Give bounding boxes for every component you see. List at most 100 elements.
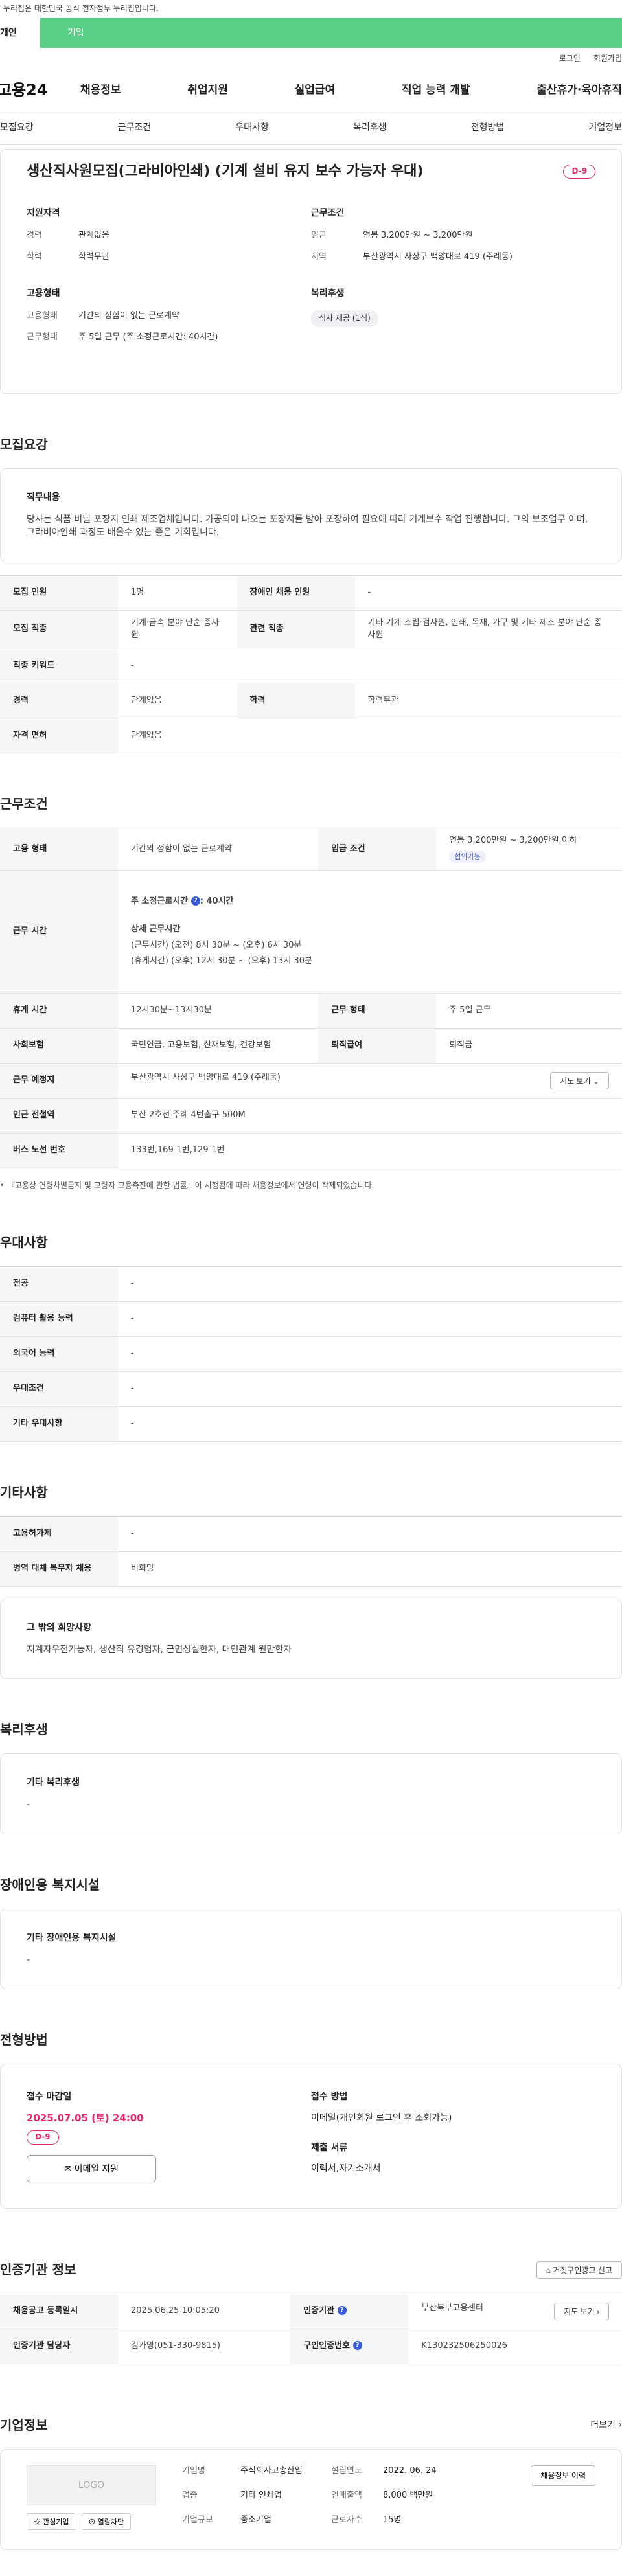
disability-box: 기타 장애인용 복지시설 - bbox=[0, 1909, 622, 1990]
negotiable-badge: 협의가능 bbox=[449, 851, 485, 863]
company-value: 8,000 백만원 bbox=[383, 2490, 480, 2505]
cond-value: 부산광역시 사상구 백양대로 419 (주례동) bbox=[363, 251, 513, 264]
age-law-note: • 『고용상 연령차별금지 및 고령자 고용촉진에 관한 법률』이 시행됨에 따… bbox=[0, 1180, 622, 1191]
gnb-item-unemployment-benefit[interactable]: 실업급여 bbox=[295, 82, 336, 98]
site-tabbar: 개인 기업 bbox=[0, 18, 622, 48]
job-title: 생산직사원모집(그라비아인쇄) (기계 설비 유지 보수 가능자 우대) bbox=[27, 161, 423, 182]
emp-value: 주 5일 근무 (주 소정근로시간: 40시간) bbox=[78, 332, 218, 344]
hours-line: (휴게시간) (오후) 12시 30분 ~ (오후) 13시 30분 bbox=[131, 955, 609, 968]
section-title-apply: 전형방법 bbox=[0, 2031, 622, 2049]
company-value: 기타 인쇄업 bbox=[240, 2490, 331, 2505]
gnb-item-parental-leave[interactable]: 출산휴가·육아휴직 bbox=[536, 82, 622, 98]
table-row: 우대조건- bbox=[0, 1371, 622, 1406]
hope-heading: 그 밖의 희망사항 bbox=[27, 1621, 595, 1634]
cert-table: 채용공고 등록일시2025.06.25 10:05:20 인증기관 ? 부산북부… bbox=[0, 2294, 622, 2364]
welfare-box: 기타 복리후생 - bbox=[0, 1753, 622, 1834]
cell-label: 기타 우대사항 bbox=[0, 1406, 118, 1441]
table-row: 전공- bbox=[0, 1266, 622, 1301]
cell-value: 관계없음 bbox=[118, 718, 622, 753]
welfare-chip: 식사 제공 (1식) bbox=[311, 310, 378, 326]
hiring-history-button[interactable]: 채용정보 이력 bbox=[531, 2465, 595, 2486]
gnb-item-employment-support[interactable]: 취업지원 bbox=[187, 82, 228, 98]
disability-text: - bbox=[27, 1954, 595, 1966]
anchor-work[interactable]: 근무조건 bbox=[118, 121, 152, 134]
cell-value: 관계없음 bbox=[118, 683, 237, 718]
welfare-heading: 기타 복리후생 bbox=[27, 1776, 595, 1789]
wage-value: 연봉 3,200만원 ~ 3,200만원 이하 bbox=[449, 835, 609, 847]
qual-value: 학력무관 bbox=[78, 251, 109, 264]
company-info-grid: 기업명주식회사고송산업 설립연도2022. 06. 24 업종기타 인쇄업 연매… bbox=[182, 2465, 531, 2530]
cell-value: - bbox=[118, 1266, 622, 1301]
table-row: 버스 노선 번호133번,169-1번,129-1번 bbox=[0, 1134, 622, 1168]
cell-value: 국민연금, 고용보험, 산재보험, 건강보험 bbox=[118, 1029, 318, 1064]
company-header: 기업정보 더보기 › bbox=[0, 2416, 622, 2435]
disability-heading: 기타 장애인용 복지시설 bbox=[27, 1932, 595, 1944]
cell-value: 퇴직금 bbox=[436, 1029, 622, 1064]
section-title-cert: 인증기관 정보 bbox=[0, 2261, 76, 2279]
block-icon: ⊘ bbox=[89, 2518, 96, 2526]
anchor-company[interactable]: 기업정보 bbox=[588, 121, 622, 134]
gov-banner-text: 이 누리집은 대한민국 공식 전자정부 누리집입니다. bbox=[0, 3, 159, 14]
email-apply-button[interactable]: ✉ 이메일 지원 bbox=[27, 2155, 156, 2182]
login-link[interactable]: 로그인 bbox=[559, 53, 581, 64]
map-button[interactable]: 지도 보기 ⌄ bbox=[550, 1072, 609, 1089]
anchor-preference[interactable]: 우대사항 bbox=[235, 121, 269, 134]
gnb-item-jobs[interactable]: 채용정보 bbox=[80, 82, 121, 98]
anchor-apply[interactable]: 전형방법 bbox=[471, 121, 505, 134]
block-view-button[interactable]: ⊘ 열람차단 bbox=[82, 2513, 132, 2530]
duty-text: 당사는 식품 비닐 포장지 인쇄 제조업체입니다. 가공되어 나오는 포장지를 … bbox=[27, 513, 595, 540]
recruit-table: 모집 인원1명 장애인 채용 인원- 모집 직종기계·금속 분야 단순 종사원 … bbox=[0, 575, 622, 754]
dday-badge: D-9 bbox=[563, 165, 595, 178]
table-row: 근무 예정지 부산광역시 사상구 백양대로 419 (주례동)지도 보기 ⌄ bbox=[0, 1064, 622, 1099]
table-row: 근무 시간 주 소정근로시간 ?: 40시간 상세 근무시간 (근무시간) (오… bbox=[0, 871, 622, 994]
cell-label: 사회보험 bbox=[0, 1029, 118, 1064]
utility-links: 로그인 회원가입 bbox=[0, 48, 622, 70]
main-nav: 고용24 채용정보 취업지원 실업급여 직업 능력 개발 출산휴가·육아휴직 bbox=[0, 70, 622, 111]
company-value: 15명 bbox=[383, 2514, 480, 2530]
join-link[interactable]: 회원가입 bbox=[593, 53, 622, 64]
cell-label: 근무 예정지 bbox=[0, 1064, 118, 1099]
cell-label: 구인인증번호 ? bbox=[290, 2329, 408, 2364]
map-button-label: 지도 보기 bbox=[560, 1077, 591, 1086]
info-icon[interactable]: ? bbox=[353, 2341, 362, 2350]
hours-cell: 주 소정근로시간 ?: 40시간 상세 근무시간 (근무시간) (오전) 8시 … bbox=[118, 871, 622, 994]
org-label: 인증기관 bbox=[303, 2306, 334, 2316]
qual-label: 학력 bbox=[27, 251, 78, 264]
table-row: 모집 직종기계·금속 분야 단순 종사원 관련 직종기타 기계 조립·검사원, … bbox=[0, 610, 622, 648]
duty-box: 직무내용 당사는 식품 비닐 포장지 인쇄 제조업체입니다. 가공되어 나오는 … bbox=[0, 468, 622, 562]
cell-value: 기계·금속 분야 단순 종사원 bbox=[118, 610, 237, 648]
section-title-etc: 기타사항 bbox=[0, 1483, 622, 1502]
org-map-button[interactable]: 지도 보기 › bbox=[554, 2303, 609, 2320]
block-label: 열람차단 bbox=[98, 2518, 124, 2526]
site-logo[interactable]: 고용24 bbox=[0, 79, 80, 102]
cell-label: 학력 bbox=[237, 683, 355, 718]
report-fake-ad-button[interactable]: ⌂ 거짓구인광고 신고 bbox=[536, 2261, 622, 2279]
more-link[interactable]: 더보기 › bbox=[590, 2419, 622, 2432]
cell-label: 근무 시간 bbox=[0, 871, 118, 994]
company-value: 중소기업 bbox=[240, 2514, 331, 2530]
org-map-label: 지도 보기 bbox=[564, 2307, 595, 2316]
cell-value: 학력무관 bbox=[355, 683, 622, 718]
hours-main-label: 주 소정근로시간 bbox=[131, 896, 188, 906]
star-icon: ☆ bbox=[34, 2518, 41, 2526]
info-icon[interactable]: ? bbox=[338, 2306, 347, 2315]
gnb-item-vocational-training[interactable]: 직업 능력 개발 bbox=[402, 82, 470, 98]
tab-company-label: 기업 bbox=[67, 27, 84, 40]
cell-value: 주 5일 근무 bbox=[436, 994, 622, 1029]
cell-label: 모집 인원 bbox=[0, 575, 118, 610]
company-value: 2022. 06. 24 bbox=[383, 2465, 480, 2481]
company-label: 기업명 bbox=[182, 2465, 240, 2481]
tab-company[interactable]: 기업 bbox=[40, 18, 622, 48]
info-icon[interactable]: ? bbox=[191, 896, 200, 906]
anchor-recruit[interactable]: 모집요강 bbox=[0, 121, 34, 134]
interest-company-button[interactable]: ☆ 관심기업 bbox=[27, 2513, 76, 2530]
cell-label: 고용허가제 bbox=[0, 1516, 118, 1551]
tab-personal[interactable]: 개인 bbox=[0, 18, 40, 48]
welfare-summary-heading: 복리후생 bbox=[311, 287, 595, 300]
cell-label: 병역 대체 복무자 채용 bbox=[0, 1551, 118, 1586]
duty-heading: 직무내용 bbox=[27, 491, 595, 504]
cell-label: 컴퓨터 활용 능력 bbox=[0, 1301, 118, 1336]
anchor-welfare[interactable]: 복리후생 bbox=[353, 121, 387, 134]
cell-value: - bbox=[118, 648, 622, 683]
conditions-heading: 근무조건 bbox=[311, 207, 595, 220]
